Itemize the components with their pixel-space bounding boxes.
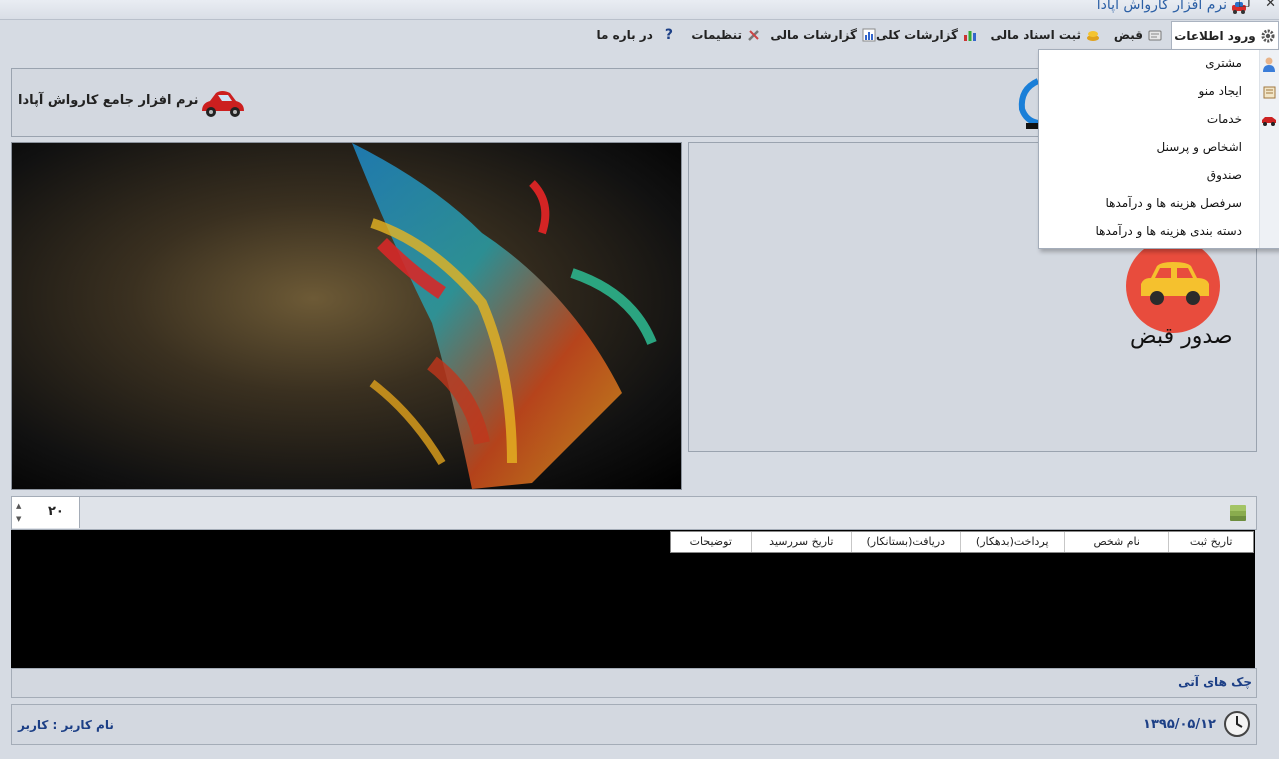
- dropdown-item-services[interactable]: خدمات: [1207, 112, 1242, 126]
- cheques-grid[interactable]: تاریخ ثبت نام شخص پرداخت(بدهکار) دریافت(…: [11, 530, 1255, 668]
- dropdown-item-personnel[interactable]: اشخاص و پرسنل: [1157, 140, 1242, 154]
- bar-chart-icon: [964, 31, 976, 41]
- customer-icon: [1263, 57, 1275, 72]
- dropdown-item-cost-income-categories[interactable]: دسته بندی هزینه ها و درآمدها: [1096, 224, 1242, 238]
- menu-data-entry[interactable]: ورود اطلاعات: [1171, 21, 1279, 49]
- future-cheques-bar: چک های آتی: [11, 668, 1257, 698]
- menu-label: تنظیمات: [691, 28, 742, 42]
- menu-label: گزارشات کلی: [875, 28, 958, 42]
- days-spinner[interactable]: ▲ ▼ ۲۰: [12, 497, 80, 528]
- dropdown-item-customer[interactable]: مشتری: [1205, 56, 1242, 70]
- col-due-date[interactable]: تاریخ سررسید: [750, 532, 851, 552]
- dropdown-item-cost-income-headings[interactable]: سرفصل هزینه ها و درآمدها: [1106, 196, 1242, 210]
- question-icon: ?: [664, 27, 673, 43]
- issue-receipt-label[interactable]: صدور قبض: [1130, 324, 1233, 349]
- title-bar: نرم افزار کارواش آپادا ❐ ✕: [0, 0, 1279, 20]
- dropdown-item-cashbox[interactable]: صندوق: [1207, 168, 1242, 182]
- report-chart-icon: [862, 28, 876, 42]
- dropdown-item-create-menu[interactable]: ایجاد منو: [1199, 84, 1242, 98]
- car-logo-icon: [202, 91, 244, 117]
- menu-book-icon: [1263, 86, 1276, 99]
- grid-header: تاریخ ثبت نام شخص پرداخت(بدهکار) دریافت(…: [670, 531, 1254, 553]
- days-value: ۲۰: [48, 504, 64, 519]
- background-artwork: [11, 142, 682, 490]
- menu-settings[interactable]: تنظیمات: [691, 21, 762, 49]
- gear-icon: [1261, 29, 1275, 42]
- future-cheques-label[interactable]: چک های آتی: [1178, 675, 1252, 689]
- menu-label: در باره ما: [596, 28, 653, 42]
- clock-icon: [1224, 711, 1250, 737]
- col-receipt[interactable]: دریافت(بستانکار): [851, 532, 959, 552]
- current-date: ۱۳۹۵/۰۵/۱۲: [1143, 717, 1216, 732]
- app-name: نرم افزار جامع کارواش آپادا: [18, 93, 199, 108]
- menu-financial-docs[interactable]: ثبت اسناد مالی: [990, 21, 1101, 49]
- col-registration-date[interactable]: تاریخ ثبت: [1168, 532, 1253, 552]
- cheque-toolbar: ▲ ▼ ۲۰: [11, 496, 1257, 530]
- tools-icon: [748, 30, 759, 41]
- current-user: نام کاربر : کاربر: [18, 718, 114, 732]
- status-bar: نام کاربر : کاربر ۱۳۹۵/۰۵/۱۲: [11, 704, 1257, 745]
- menu-bar: ورود اطلاعات قبض ثبت اسناد مالی گزارشات …: [0, 21, 1279, 49]
- menu-label: ورود اطلاعات: [1174, 28, 1256, 43]
- col-payment[interactable]: پرداخت(بدهکار): [959, 532, 1064, 552]
- menu-about[interactable]: ? در باره ما: [597, 21, 674, 49]
- car-service-icon: [1262, 117, 1276, 126]
- menu-general-reports[interactable]: گزارشات کلی: [876, 21, 978, 49]
- menu-receipt[interactable]: قبض: [1114, 21, 1163, 49]
- coins-icon: [1087, 31, 1099, 41]
- data-entry-dropdown: مشتری ایجاد منو خدمات اشخاص و پرسنل صندو…: [1038, 49, 1279, 249]
- receipt-icon: [1148, 30, 1162, 41]
- cash-stack-icon[interactable]: [1228, 503, 1248, 523]
- restore-button[interactable]: ❐: [1238, 0, 1250, 11]
- col-description[interactable]: توضیحات: [671, 532, 751, 552]
- menu-financial-reports[interactable]: گزارشات مالی: [770, 21, 877, 49]
- menu-label: قبض: [1113, 28, 1143, 42]
- col-person-name[interactable]: نام شخص: [1063, 532, 1168, 552]
- close-button[interactable]: ✕: [1265, 0, 1276, 11]
- issue-receipt-button[interactable]: [1125, 240, 1223, 334]
- spin-up-icon[interactable]: ▲: [16, 502, 21, 510]
- window-title: نرم افزار کارواش آپادا: [1096, 0, 1227, 13]
- dropdown-icon-strip: [1259, 50, 1279, 248]
- spin-down-icon[interactable]: ▼: [16, 515, 21, 523]
- menu-label: ثبت اسناد مالی: [990, 28, 1081, 42]
- abstract-feathers-image: [352, 143, 657, 489]
- menu-label: گزارشات مالی: [770, 28, 857, 42]
